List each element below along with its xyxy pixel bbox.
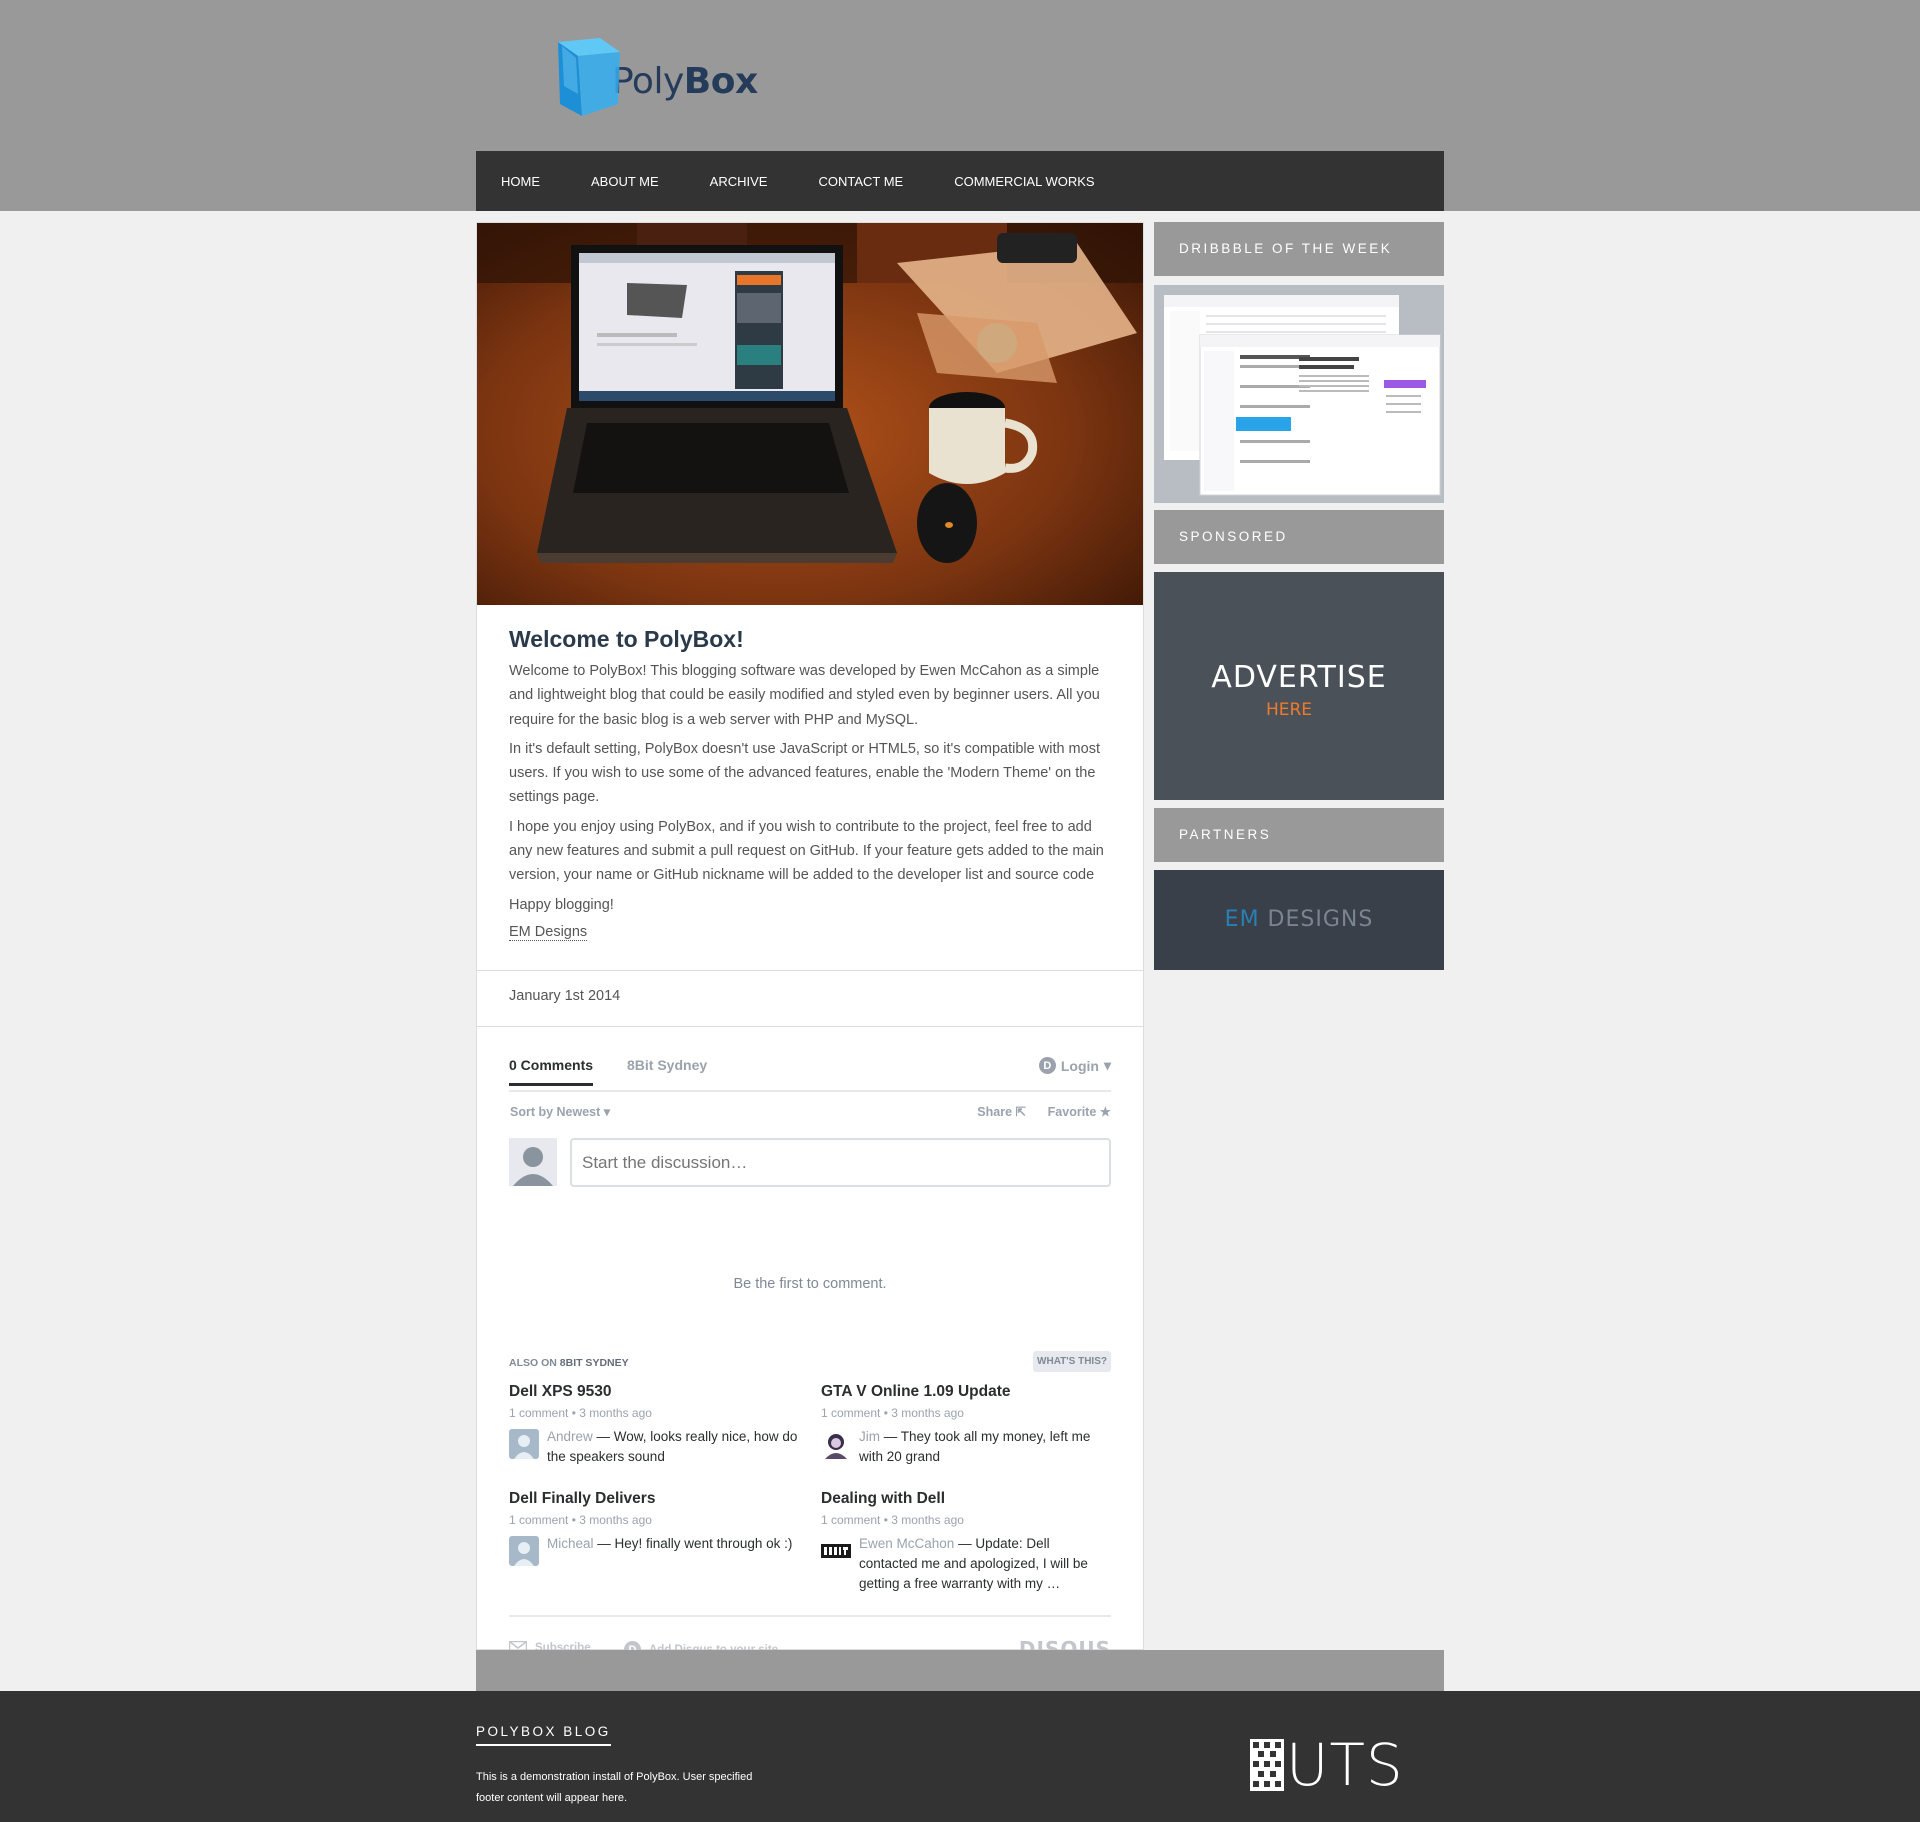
tab-community[interactable]: 8Bit Sydney: [627, 1057, 707, 1073]
content-bottom-bar: [476, 1650, 1444, 1691]
discussion-title[interactable]: Dell XPS 9530: [509, 1383, 799, 1401]
whats-this-button[interactable]: WHAT'S THIS?: [1033, 1351, 1111, 1372]
comment-excerpt: Ewen McCahon — Update: Dell contacted me…: [859, 1536, 1088, 1591]
hero-image: [477, 223, 1143, 605]
footer-text: This is a demonstration install of PolyB…: [476, 1771, 753, 1804]
polybox-logo[interactable]: PolyBox: [538, 34, 758, 120]
advertise-subtitle: HERE: [1265, 700, 1313, 720]
discussion-card[interactable]: Dealing with Dell 1 comment • 3 months a…: [821, 1490, 1111, 1594]
comment-composer: [509, 1136, 1111, 1187]
sidebar-heading-dribbble: DRIBBBLE OF THE WEEK: [1154, 222, 1444, 276]
article: Welcome to PolyBox! Welcome to PolyBox! …: [509, 626, 1114, 941]
article-paragraph: I hope you enjoy using PolyBox, and if y…: [509, 818, 1104, 884]
site-footer: POLYBOX BLOG This is a demonstration ins…: [0, 1691, 1920, 1822]
discussion-card[interactable]: Dell Finally Delivers 1 comment • 3 mont…: [509, 1490, 799, 1566]
cube-icon: [538, 34, 624, 120]
nav-home[interactable]: HOME: [501, 174, 540, 189]
comment-excerpt: Jim — They took all my money, left me wi…: [859, 1429, 1091, 1464]
comment-input[interactable]: [570, 1138, 1111, 1187]
share-button[interactable]: Share ⇱: [977, 1104, 1026, 1119]
uts-emblem-icon: [1250, 1739, 1284, 1791]
main-content: Welcome to PolyBox! Welcome to PolyBox! …: [476, 222, 1144, 1661]
site-header: PolyBox HOME ABOUT ME ARCHIVE CONTACT ME…: [0, 0, 1920, 211]
logo-text: PolyBox: [612, 60, 758, 102]
nav-commercial-works[interactable]: COMMERCIAL WORKS: [954, 174, 1094, 189]
avatar-icon: [509, 1536, 539, 1566]
share-icon: ⇱: [1015, 1105, 1026, 1119]
star-icon: ★: [1099, 1105, 1111, 1119]
article-paragraph: Happy blogging!: [509, 896, 614, 913]
article-title: Welcome to PolyBox!: [509, 626, 744, 652]
discussion-title[interactable]: Dell Finally Delivers: [509, 1490, 799, 1508]
em-designs-logo: EM DESIGNS: [1224, 907, 1374, 932]
nav-about-me[interactable]: ABOUT ME: [591, 174, 659, 189]
post-date: January 1st 2014: [509, 988, 621, 1004]
nav-archive[interactable]: ARCHIVE: [710, 174, 768, 189]
discussion-title[interactable]: GTA V Online 1.09 Update: [821, 1383, 1111, 1401]
disqus-tabs: 0 Comments 8Bit Sydney D Login ▾: [509, 1057, 1111, 1092]
login-button[interactable]: D Login ▾: [1038, 1057, 1111, 1074]
main-nav: HOME ABOUT ME ARCHIVE CONTACT ME COMMERC…: [476, 151, 1444, 211]
article-paragraph: In it's default setting, PolyBox doesn't…: [509, 740, 1100, 806]
disqus-d-icon: D: [1038, 1057, 1056, 1074]
dribbble-shot[interactable]: [1154, 285, 1444, 503]
user-avatar-icon: [509, 1138, 557, 1186]
signature-link[interactable]: EM Designs: [509, 924, 588, 941]
disqus-thread: 0 Comments 8Bit Sydney D Login ▾ Sort by…: [509, 1057, 1111, 1661]
comment-excerpt: Micheal — Hey! finally went through ok :…: [547, 1536, 793, 1551]
discussion-card[interactable]: Dell XPS 9530 1 comment • 3 months ago A…: [509, 1383, 799, 1467]
chevron-down-icon: ▾: [1103, 1057, 1111, 1073]
empty-message: Be the first to comment.: [733, 1276, 887, 1292]
divider: [477, 970, 1143, 971]
comment-excerpt: Andrew — Wow, looks really nice, how do …: [547, 1429, 798, 1464]
chevron-down-icon: ▾: [603, 1105, 611, 1119]
partner-em-designs[interactable]: EM DESIGNS: [1154, 870, 1444, 970]
discussion-meta: 1 comment • 3 months ago: [821, 1513, 964, 1527]
8bit-logo-icon: [821, 1536, 851, 1566]
footer-title: POLYBOX BLOG: [476, 1724, 611, 1746]
uts-logo[interactable]: UTS: [1250, 1736, 1404, 1794]
avatar-icon: [821, 1429, 851, 1459]
login-label: Login: [1060, 1057, 1099, 1074]
discussion-meta: 1 comment • 3 months ago: [509, 1406, 652, 1420]
sidebar-heading-partners: PARTNERS: [1154, 808, 1444, 862]
discussion-meta: 1 comment • 3 months ago: [509, 1513, 652, 1527]
divider: [477, 1026, 1143, 1027]
also-on-label: ALSO ON 8BIT SYDNEY: [509, 1357, 629, 1369]
discussion-card[interactable]: GTA V Online 1.09 Update 1 comment • 3 m…: [821, 1383, 1111, 1467]
tab-comments[interactable]: 0 Comments: [509, 1057, 594, 1086]
sort-dropdown[interactable]: Sort by Newest ▾: [510, 1104, 610, 1119]
avatar-icon: [509, 1429, 539, 1459]
uts-text: UTS: [1286, 1731, 1404, 1799]
advertise-title: ADVERTISE: [1211, 660, 1387, 695]
discussion-title[interactable]: Dealing with Dell: [821, 1490, 1111, 1508]
disqus-toolbar: Sort by Newest ▾ Share ⇱ Favorite ★: [509, 1092, 1111, 1136]
advertise-banner[interactable]: ADVERTISE HERE: [1154, 572, 1444, 800]
discussion-meta: 1 comment • 3 months ago: [821, 1406, 964, 1420]
sidebar-heading-sponsored: SPONSORED: [1154, 510, 1444, 564]
nav-contact-me[interactable]: CONTACT ME: [818, 174, 903, 189]
favorite-button[interactable]: Favorite ★: [1048, 1104, 1111, 1119]
article-paragraph: Welcome to PolyBox! This blogging softwa…: [509, 663, 1100, 728]
also-on-header: ALSO ON 8BIT SYDNEY WHAT'S THIS?: [509, 1351, 1111, 1375]
